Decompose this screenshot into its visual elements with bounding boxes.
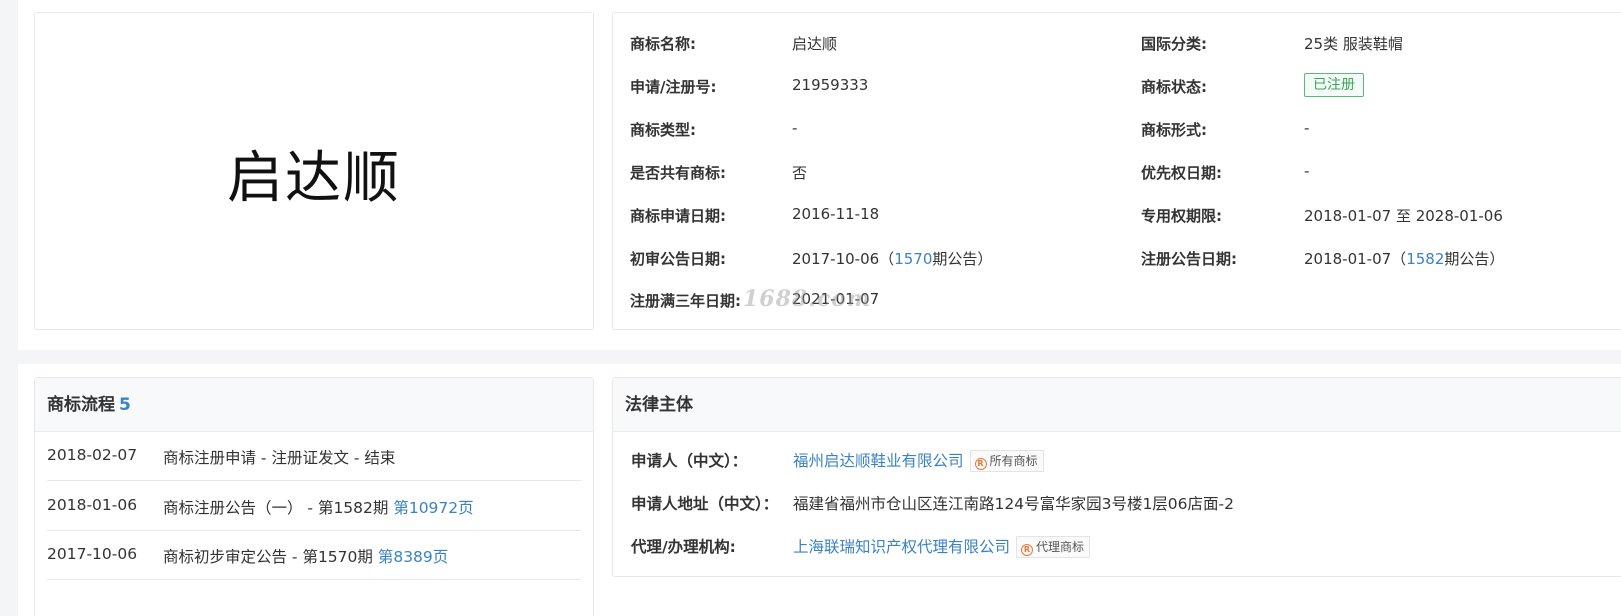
flow-item-desc-text: 商标注册公告（一） - 第1582期 [163, 499, 394, 517]
all-trademarks-badge[interactable]: R 所有商标 [969, 450, 1044, 472]
flow-item-desc: 商标注册申请 - 注册证发文 - 结束 [163, 449, 396, 467]
label-intl-class: 国际分类: [1141, 35, 1207, 53]
value-priority-date: - [1304, 162, 1310, 180]
label-type: 商标类型: [630, 121, 696, 139]
trademark-logo: 启达顺 [227, 146, 401, 211]
value-form: - [1304, 119, 1310, 137]
agent-label: 代理/办理机构: [631, 538, 736, 556]
label-status: 商标状态: [1141, 78, 1207, 96]
flow-item: 2017-10-06 商标初步审定公告 - 第1570期 第8389页 [47, 531, 581, 580]
agent-trademarks-badge[interactable]: R 代理商标 [1016, 536, 1091, 558]
label-form: 商标形式: [1141, 121, 1207, 139]
applicant-value-wrap: 福州启达顺鞋业有限公司 R 所有商标 [793, 450, 1044, 472]
trademark-section: 启达顺 商标名称: 启达顺 国际分类: 25类 服装鞋帽 申请/注册号: 219… [18, 0, 1621, 350]
reg-issue-suffix: 期公告） [1444, 250, 1505, 268]
flow-item-desc: 商标初步审定公告 - 第1570期 第8389页 [163, 545, 448, 567]
value-apply-date: 2016-11-18 [792, 205, 880, 223]
flow-item-desc-text: 商标初步审定公告 - 第1570期 [163, 548, 378, 566]
label-shared: 是否共有商标: [630, 164, 726, 182]
reg-announce-date-text: 2018-01-07（ [1304, 250, 1407, 268]
flow-page-link[interactable]: 第10972页 [393, 499, 473, 517]
label-apply-date: 商标申请日期: [630, 207, 726, 225]
agent-link[interactable]: 上海联瑞知识产权代理有限公司 [793, 538, 1010, 556]
flow-header: 商标流程 5 [35, 378, 593, 432]
trademark-info-card: 商标名称: 启达顺 国际分类: 25类 服装鞋帽 申请/注册号: 2195933… [612, 12, 1621, 330]
registered-icon: R [1021, 544, 1034, 556]
value-prelim-date: 2017-10-06（1570期公告） [792, 248, 992, 269]
flow-title: 商标流程 [47, 395, 115, 415]
flow-item-date: 2017-10-06 [47, 545, 138, 563]
label-reg-announce-date: 注册公告日期: [1141, 250, 1237, 268]
prelim-issue-link[interactable]: 1570 [894, 250, 932, 268]
status-badge: 已注册 [1304, 73, 1364, 97]
legal-header: 法律主体 [613, 378, 1621, 432]
all-trademarks-text: 所有商标 [989, 454, 1038, 468]
agent-value-wrap: 上海联瑞知识产权代理有限公司 R 代理商标 [793, 536, 1091, 558]
label-reg-number: 申请/注册号: [630, 78, 717, 96]
label-prelim-date: 初审公告日期: [630, 250, 726, 268]
flow-page-link[interactable]: 第8389页 [378, 548, 448, 566]
flow-card: 商标流程 5 2018-02-07 商标注册申请 - 注册证发文 - 结束 201… [34, 377, 594, 616]
prelim-issue-suffix: 期公告） [932, 250, 993, 268]
trademark-logo-card: 启达顺 [34, 12, 594, 330]
label-exclusive-period: 专用权期限: [1141, 207, 1222, 225]
value-intl-class: 25类 服装鞋帽 [1304, 35, 1403, 53]
flow-item-desc: 商标注册公告（一） - 第1582期 第10972页 [163, 496, 474, 518]
flow-item-date: 2018-01-06 [47, 496, 138, 514]
value-reg-announce-date: 2018-01-07（1582期公告） [1304, 248, 1504, 269]
flow-item: 2018-02-07 商标注册申请 - 注册证发文 - 结束 [47, 432, 581, 481]
detail-section: 商标流程 5 2018-02-07 商标注册申请 - 注册证发文 - 结束 201… [18, 364, 1621, 616]
address-value: 福建省福州市仓山区连江南路124号富华家园3号楼1层06店面-2 [793, 495, 1234, 513]
legal-card: 法律主体 申请人（中文）： 福州启达顺鞋业有限公司 R 所有商标 申请人地址（中文）… [612, 377, 1621, 577]
legal-title: 法律主体 [625, 395, 693, 415]
applicant-label: 申请人（中文）： [631, 452, 748, 470]
label-trademark-name: 商标名称: [630, 35, 696, 53]
label-three-year-date: 注册满三年日期: [630, 292, 741, 310]
value-trademark-name: 启达顺 [792, 35, 838, 53]
value-shared: 否 [792, 164, 808, 182]
prelim-date-text: 2017-10-06（ [792, 250, 895, 268]
flow-item-date: 2018-02-07 [47, 446, 138, 464]
address-label: 申请人地址（中文）： [631, 495, 779, 513]
agent-trademarks-text: 代理商标 [1036, 540, 1085, 554]
value-type: - [792, 119, 798, 137]
status-badge-text: 已注册 [1304, 73, 1364, 97]
registered-icon: R [974, 458, 987, 470]
flow-count: 5 [119, 395, 131, 415]
reg-issue-link[interactable]: 1582 [1406, 250, 1444, 268]
value-exclusive-period: 2018-01-07 至 2028-01-06 [1304, 207, 1503, 225]
watermark: 1688.com [743, 286, 872, 312]
flow-item: 2018-01-06 商标注册公告（一） - 第1582期 第10972页 [47, 482, 581, 531]
label-priority-date: 优先权日期: [1141, 164, 1222, 182]
value-reg-number: 21959333 [792, 76, 869, 94]
applicant-link[interactable]: 福州启达顺鞋业有限公司 [793, 452, 964, 470]
